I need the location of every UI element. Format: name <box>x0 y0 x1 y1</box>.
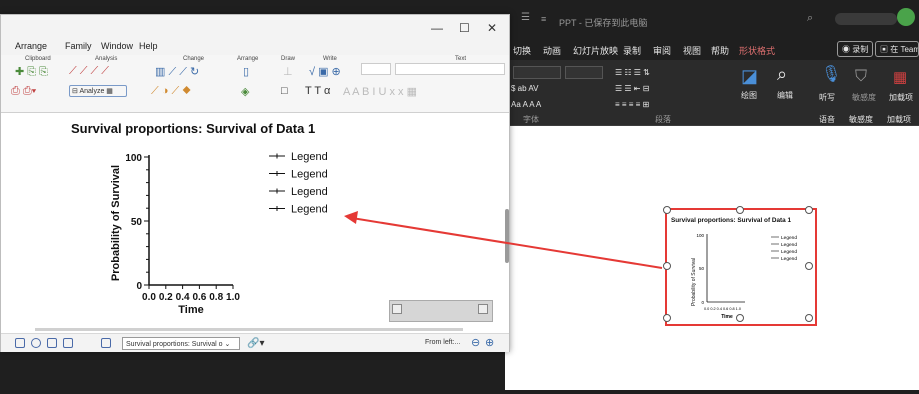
arrow-line <box>351 217 663 269</box>
annotation-arrow <box>344 211 663 269</box>
arrow-head <box>344 211 358 224</box>
